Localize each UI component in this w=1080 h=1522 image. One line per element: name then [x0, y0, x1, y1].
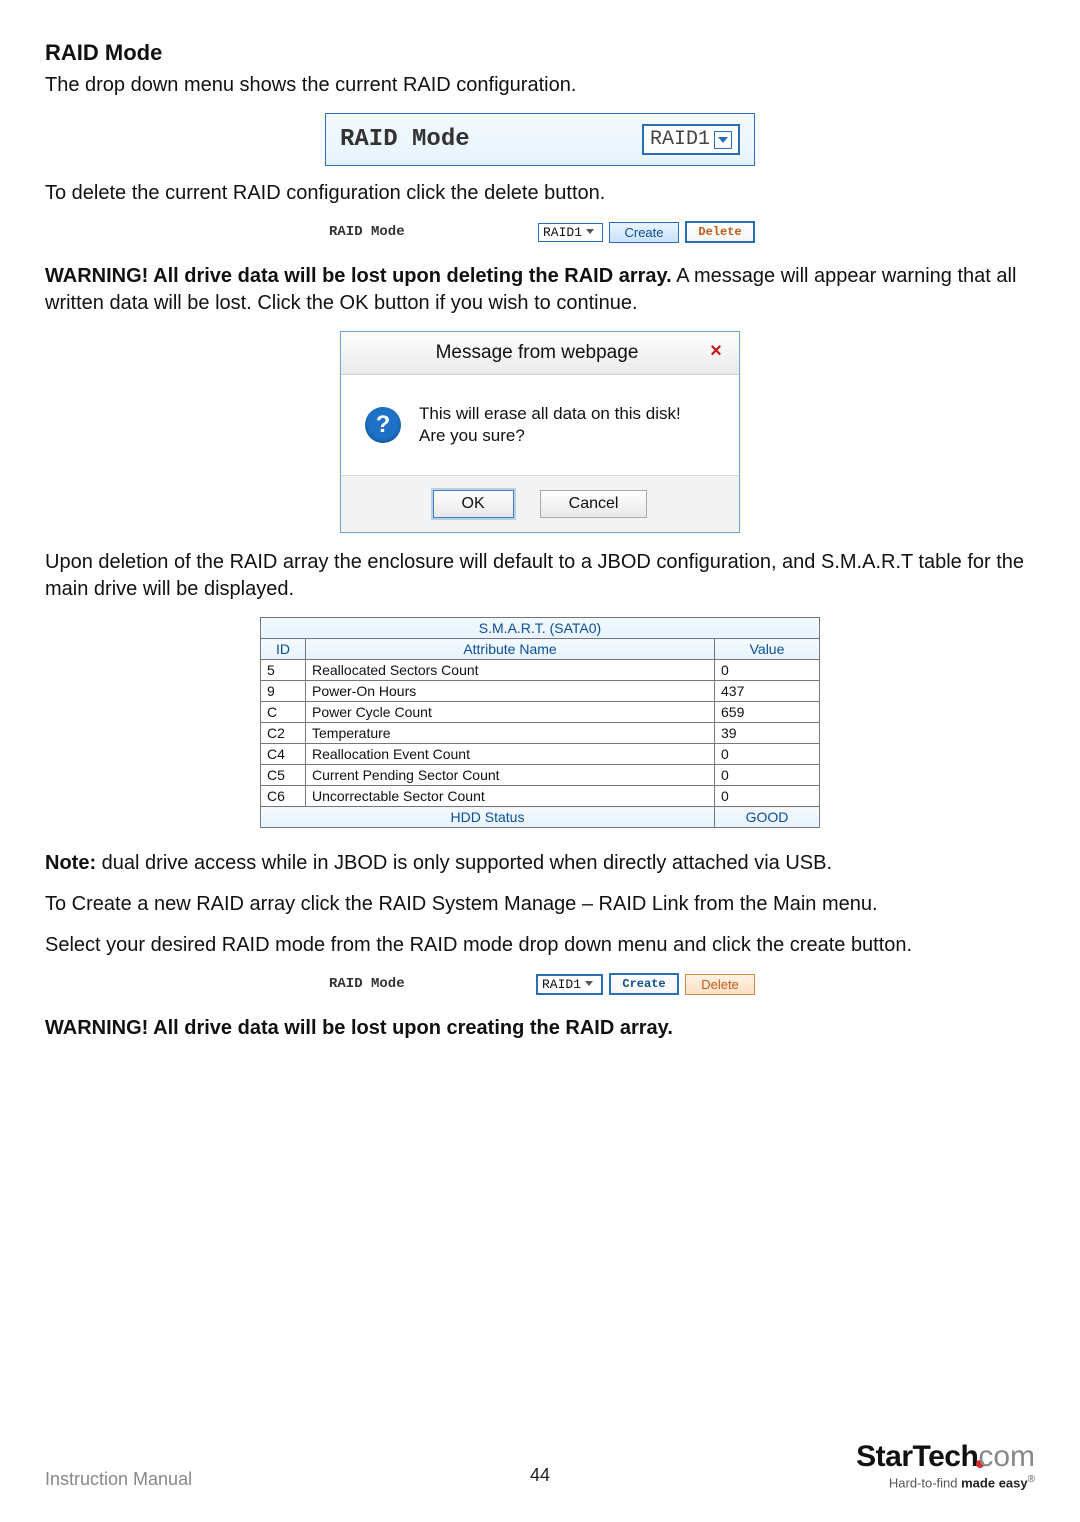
footer-brand: StarTechcom Hard-to-find made easy®	[856, 1440, 1035, 1490]
create-instruction: Select your desired RAID mode from the R…	[45, 932, 1035, 959]
chevron-down-icon	[584, 225, 598, 239]
table-row: 5Reallocated Sectors Count0	[261, 660, 820, 681]
raid-mode-figure-large: RAID Mode RAID1	[325, 113, 755, 166]
raid-mode-row-select[interactable]: RAID1	[536, 974, 603, 995]
close-icon[interactable]: ×	[703, 340, 729, 366]
dialog-message: This will erase all data on this disk! A…	[419, 403, 681, 447]
table-row: C5Current Pending Sector Count0	[261, 765, 820, 786]
brand-dotcom: com	[978, 1440, 1035, 1473]
cell-id: C	[261, 702, 306, 723]
smart-table: S.M.A.R.T. (SATA0) ID Attribute Name Val…	[260, 617, 820, 828]
hdd-status-label: HDD Status	[261, 807, 715, 828]
tagline-bold: made easy	[961, 1475, 1028, 1490]
dialog-titlebar: Message from webpage ×	[341, 332, 739, 375]
warning-create: WARNING! All drive data will be lost upo…	[45, 1015, 1035, 1042]
cell-val: 0	[715, 744, 820, 765]
cell-id: 5	[261, 660, 306, 681]
raid-mode-select-value: RAID1	[650, 128, 710, 151]
warning-create-bold: WARNING! All drive data will be lost upo…	[45, 1017, 673, 1039]
cell-attr: Reallocated Sectors Count	[306, 660, 715, 681]
tagline-plain: Hard-to-find	[889, 1475, 961, 1490]
create-nav-text: To Create a new RAID array click the RAI…	[45, 891, 1035, 918]
cell-attr: Reallocation Event Count	[306, 744, 715, 765]
raid-mode-label: RAID Mode	[340, 126, 642, 153]
question-icon: ?	[365, 407, 401, 443]
cell-val: 659	[715, 702, 820, 723]
chevron-down-icon	[714, 131, 732, 149]
warning-delete: WARNING! All drive data will be lost upo…	[45, 263, 1035, 317]
cell-id: C4	[261, 744, 306, 765]
intro-text: The drop down menu shows the current RAI…	[45, 72, 1035, 99]
after-delete-text: Upon deletion of the RAID array the encl…	[45, 549, 1035, 603]
delete-button[interactable]: Delete	[685, 221, 755, 243]
create-button[interactable]: Create	[609, 222, 679, 243]
raid-mode-row-select[interactable]: RAID1	[538, 223, 603, 242]
footer-page-number: 44	[530, 1465, 550, 1486]
table-row: C4Reallocation Event Count0	[261, 744, 820, 765]
col-value: Value	[715, 639, 820, 660]
raid-mode-row-select-value: RAID1	[543, 225, 582, 240]
dialog-title: Message from webpage	[351, 342, 703, 364]
cell-attr: Uncorrectable Sector Count	[306, 786, 715, 807]
cell-attr: Temperature	[306, 723, 715, 744]
raid-mode-select[interactable]: RAID1	[642, 124, 740, 155]
dialog-message-line1: This will erase all data on this disk!	[419, 403, 681, 425]
cell-val: 437	[715, 681, 820, 702]
jbod-note: Note: dual drive access while in JBOD is…	[45, 850, 1035, 877]
note-bold: Note:	[45, 852, 96, 874]
cell-id: C6	[261, 786, 306, 807]
cell-attr: Current Pending Sector Count	[306, 765, 715, 786]
warning-delete-bold: WARNING! All drive data will be lost upo…	[45, 265, 672, 287]
chevron-down-icon	[583, 977, 597, 991]
table-row: C6Uncorrectable Sector Count0	[261, 786, 820, 807]
footer-manual: Instruction Manual	[45, 1469, 856, 1490]
col-attr: Attribute Name	[306, 639, 715, 660]
dialog-buttons: OK Cancel	[341, 475, 739, 532]
table-row-status: HDD Status GOOD	[261, 807, 820, 828]
brand-tagline: Hard-to-find made easy®	[856, 1474, 1035, 1490]
create-button[interactable]: Create	[609, 973, 679, 995]
raid-mode-row-label: RAID Mode	[325, 224, 532, 240]
smart-title: S.M.A.R.T. (SATA0)	[261, 618, 820, 639]
cell-val: 39	[715, 723, 820, 744]
delete-instruction: To delete the current RAID configuration…	[45, 180, 1035, 207]
page-footer: Instruction Manual 44 StarTechcom Hard-t…	[45, 1440, 1035, 1490]
brand-name: StarTech	[856, 1440, 978, 1473]
dialog-body: ? This will erase all data on this disk!…	[341, 375, 739, 475]
delete-button[interactable]: Delete	[685, 974, 755, 995]
hdd-status-value: GOOD	[715, 807, 820, 828]
cell-attr: Power-On Hours	[306, 681, 715, 702]
cell-val: 0	[715, 765, 820, 786]
cell-id: 9	[261, 681, 306, 702]
registered-icon: ®	[1028, 1474, 1035, 1485]
cancel-button[interactable]: Cancel	[540, 490, 648, 518]
table-row: C2Temperature39	[261, 723, 820, 744]
dialog-message-line2: Are you sure?	[419, 425, 681, 447]
note-rest: dual drive access while in JBOD is only …	[96, 852, 832, 874]
raid-mode-row-create: RAID Mode RAID1 Create Delete	[325, 973, 755, 995]
section-heading: RAID Mode	[45, 40, 1035, 66]
ok-button[interactable]: OK	[433, 490, 514, 518]
cell-id: C5	[261, 765, 306, 786]
cell-val: 0	[715, 660, 820, 681]
confirm-dialog: Message from webpage × ? This will erase…	[340, 331, 740, 533]
cell-id: C2	[261, 723, 306, 744]
cell-val: 0	[715, 786, 820, 807]
raid-mode-row-delete: RAID Mode RAID1 Create Delete	[325, 221, 755, 243]
raid-mode-row-label: RAID Mode	[325, 976, 530, 992]
table-row: CPower Cycle Count659	[261, 702, 820, 723]
cell-attr: Power Cycle Count	[306, 702, 715, 723]
table-row: 9Power-On Hours437	[261, 681, 820, 702]
raid-mode-row-select-value: RAID1	[542, 977, 581, 992]
col-id: ID	[261, 639, 306, 660]
